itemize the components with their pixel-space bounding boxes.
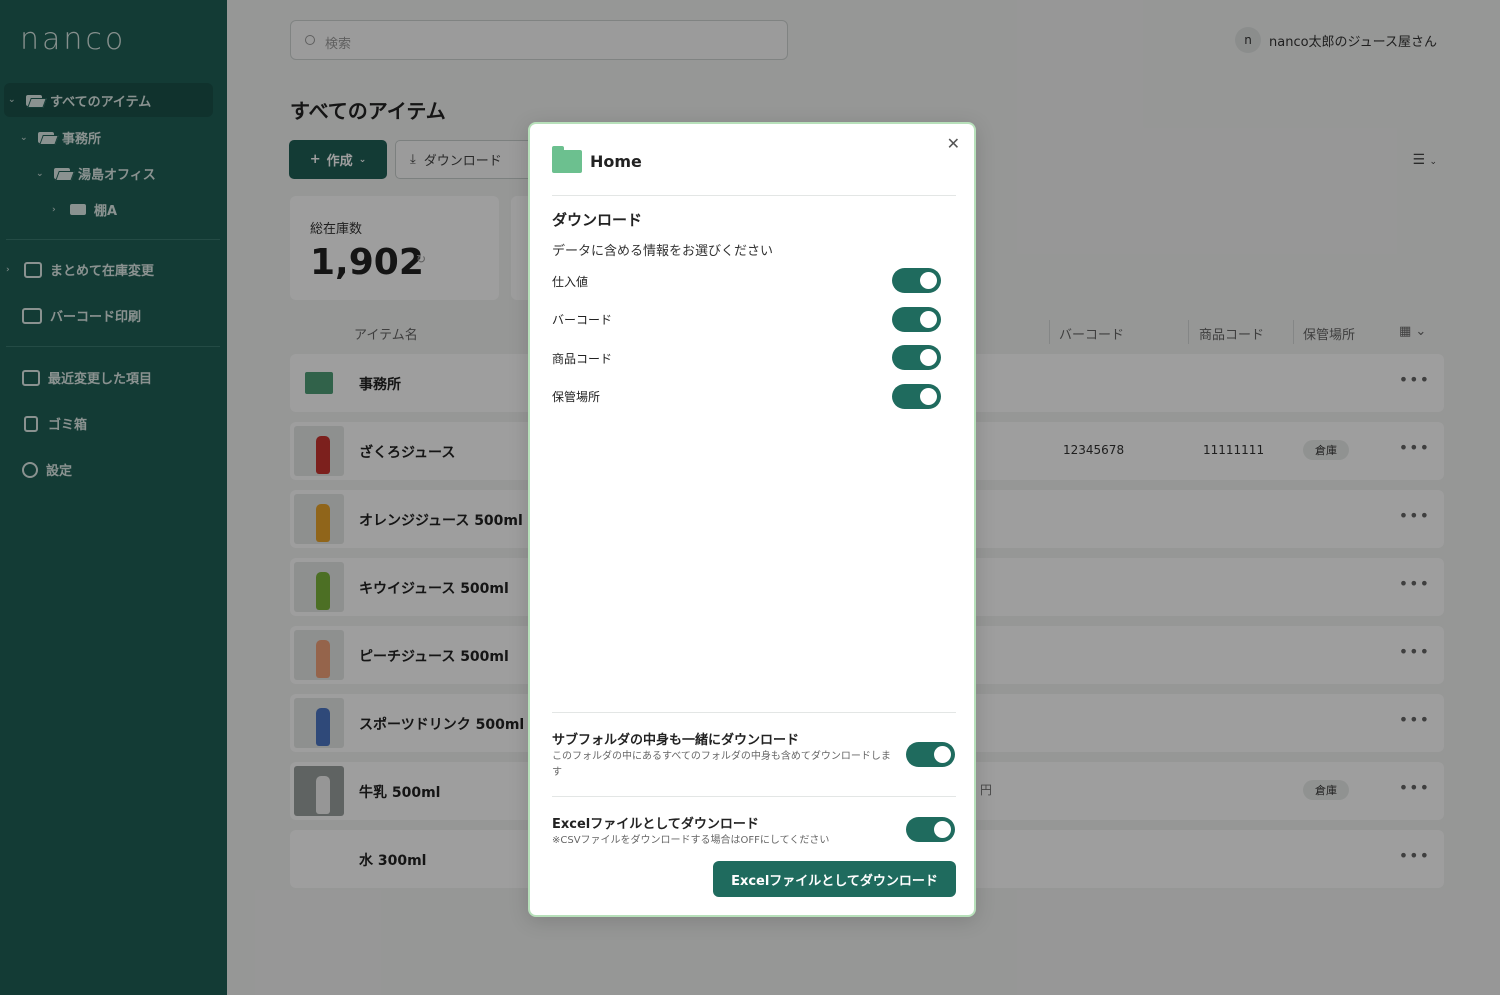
toggle-product-code[interactable] <box>892 345 941 370</box>
modal-subheading: データに含める情報をお選びください <box>552 244 774 259</box>
toggle-excel[interactable] <box>906 817 955 842</box>
subfolder-option-desc: このフォルダの中にあるすべてのフォルダの中身も含めてダウンロードします <box>552 751 891 778</box>
close-icon[interactable]: ✕ <box>947 134 960 153</box>
modal-heading: ダウンロード <box>552 211 643 229</box>
divider <box>552 796 956 797</box>
excel-download-button[interactable]: Excelファイルとしてダウンロード <box>713 861 956 897</box>
excel-option-title: Excelファイルとしてダウンロード <box>552 817 759 832</box>
folder-name: Home <box>590 152 642 171</box>
download-modal: ✕ Home ダウンロード データに含める情報をお選びください 仕入値 バーコー… <box>528 122 976 917</box>
toggle-location[interactable] <box>892 384 941 409</box>
subfolder-option-title: サブフォルダの中身も一緒にダウンロード <box>552 733 800 748</box>
toggle-subfolder[interactable] <box>906 742 955 767</box>
option-label-barcode: バーコード <box>552 313 613 327</box>
option-label-purchase-price: 仕入値 <box>552 275 589 289</box>
toggle-purchase-price[interactable] <box>892 268 941 293</box>
divider <box>552 712 956 713</box>
divider <box>552 195 956 196</box>
modal-header: Home <box>552 146 642 173</box>
excel-option-desc: ※CSVファイルをダウンロードする場合はOFFにしてください <box>552 835 830 846</box>
option-label-product-code: 商品コード <box>552 352 613 366</box>
toggle-barcode[interactable] <box>892 307 941 332</box>
option-label-location: 保管場所 <box>552 390 601 404</box>
folder-icon <box>552 146 582 173</box>
